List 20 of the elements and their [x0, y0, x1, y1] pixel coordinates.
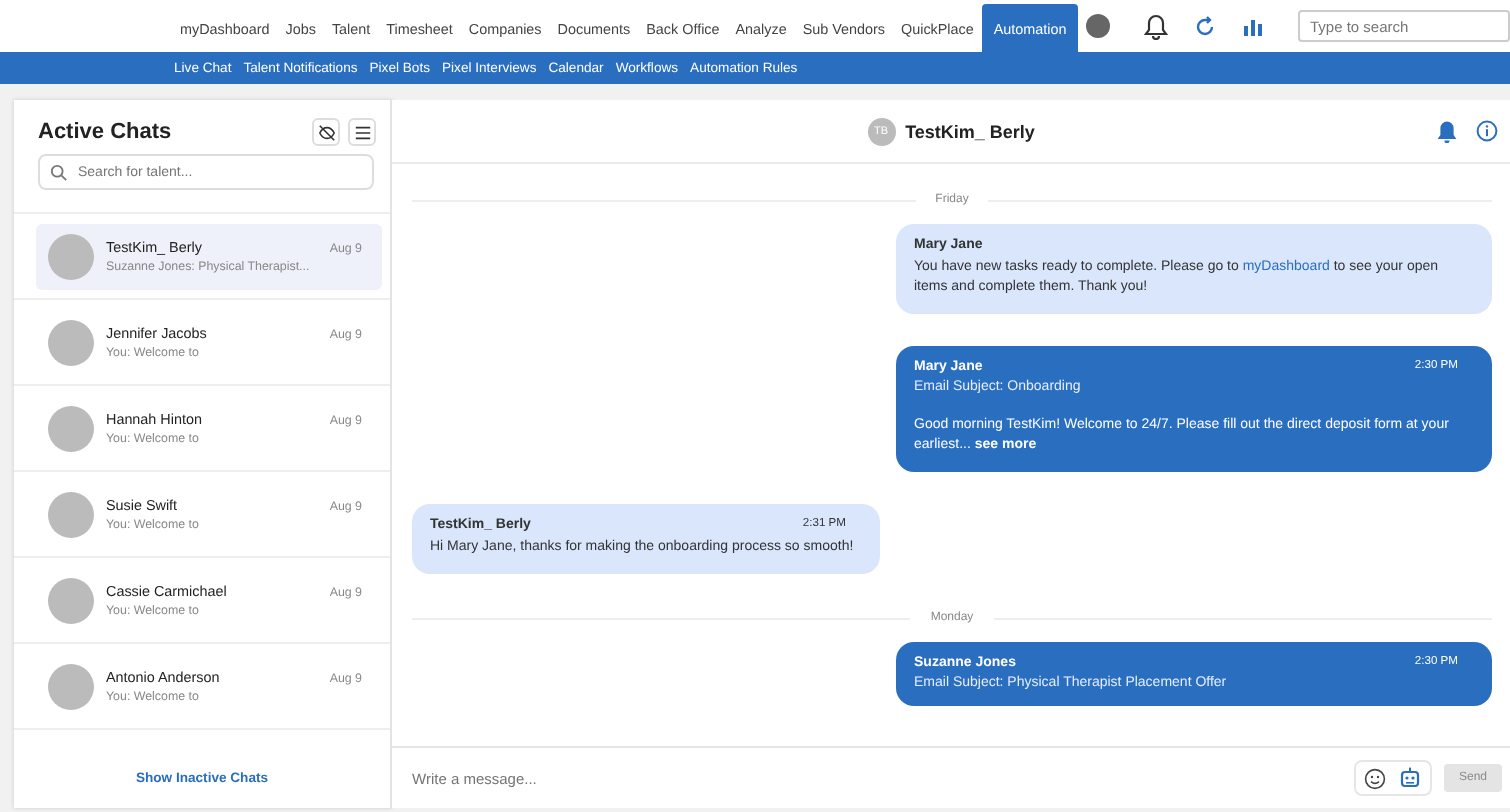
hide-button[interactable]	[312, 118, 340, 146]
refresh-icon[interactable]	[1194, 15, 1216, 37]
search-icon	[50, 163, 68, 181]
avatar	[48, 491, 94, 537]
avatar	[48, 577, 94, 623]
menu-icon	[353, 123, 371, 141]
robot-icon[interactable]	[1398, 766, 1422, 790]
avatar	[48, 663, 94, 709]
avatar	[48, 405, 94, 451]
avatar	[48, 233, 94, 279]
eye-off-icon	[317, 123, 335, 141]
filter-button[interactable]	[348, 118, 376, 146]
panel-title: Active Chats	[38, 120, 172, 144]
avatar	[48, 319, 94, 365]
user-avatar[interactable]	[1086, 14, 1110, 38]
smiley-icon[interactable]	[1364, 767, 1386, 789]
bar-chart-icon[interactable]	[1242, 15, 1264, 37]
chat-title: TestKim_ Berly	[905, 121, 1035, 141]
info-icon[interactable]	[1476, 120, 1498, 142]
bell-icon[interactable]	[1144, 13, 1168, 39]
